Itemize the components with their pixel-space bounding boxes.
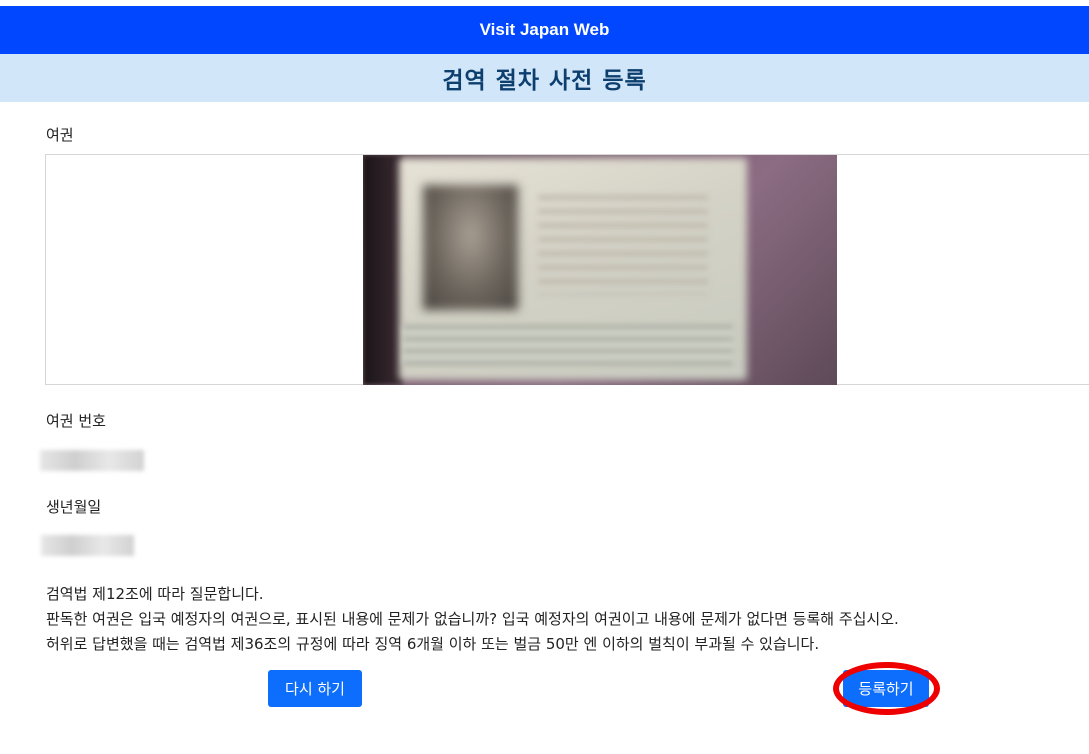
notice-line: 검역법 제12조에 따라 질문합니다. (46, 585, 264, 603)
quarantine-notice: 검역법 제12조에 따라 질문합니다. 판독한 여권은 입국 예정자의 여권으로… (46, 582, 1076, 657)
retry-button[interactable]: 다시 하기 (268, 670, 362, 707)
passport-text-lines (538, 195, 708, 295)
photo-background-edge (363, 155, 403, 385)
passport-number-value-redacted (40, 450, 144, 471)
passport-number-label: 여권 번호 (46, 412, 106, 430)
passport-portrait (423, 185, 518, 310)
passport-image (363, 155, 837, 385)
passport-label: 여권 (46, 126, 74, 144)
page-title: 검역 절차 사전 등록 (442, 68, 647, 94)
passport-mrz (403, 325, 733, 365)
birthdate-value-redacted (41, 535, 134, 556)
page-header: 검역 절차 사전 등록 (0, 54, 1089, 102)
register-button[interactable]: 등록하기 (843, 670, 929, 707)
notice-line: 허위로 답변했을 때는 검역법 제36조의 규정에 따라 징역 6개월 이하 또… (46, 635, 820, 653)
app-title: Visit Japan Web (479, 20, 610, 39)
notice-line: 판독한 여권은 입국 예정자의 여권으로, 표시된 내용에 문제가 없습니까? … (46, 610, 899, 628)
app-header: Visit Japan Web (0, 6, 1089, 54)
birthdate-label: 생년월일 (46, 498, 102, 516)
